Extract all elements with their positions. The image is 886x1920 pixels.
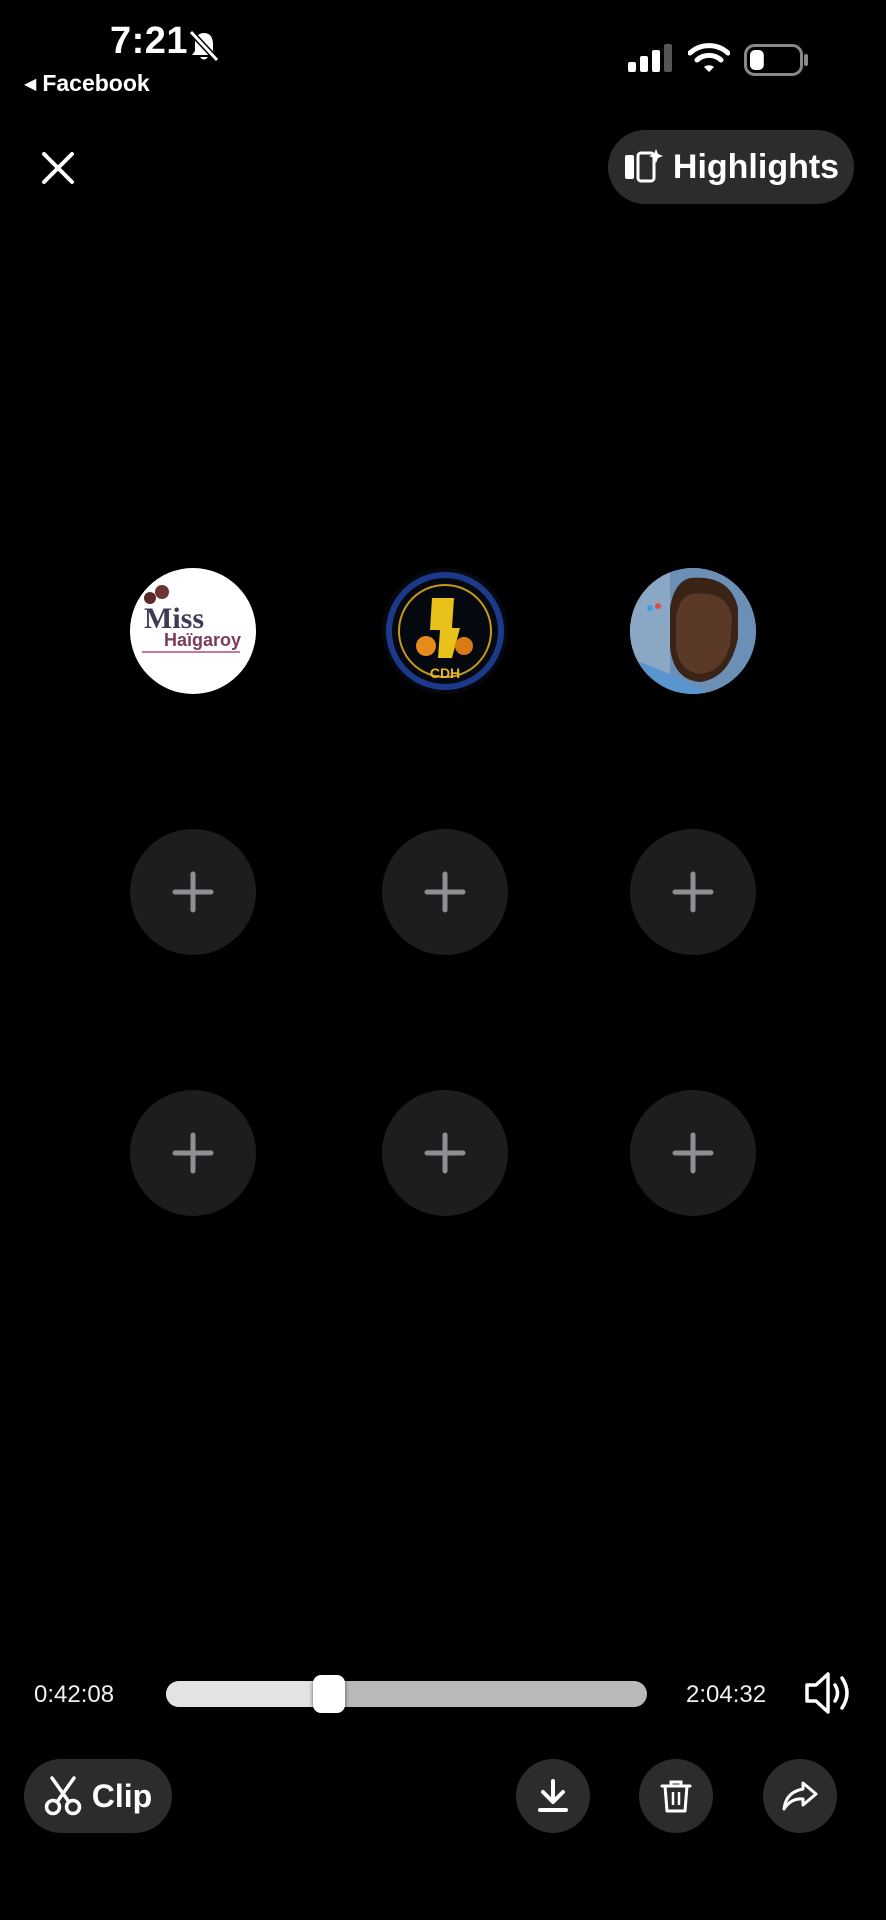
wifi-icon [688, 43, 730, 72]
scrubber-thumb[interactable] [312, 1675, 345, 1713]
plus-icon [172, 1132, 214, 1174]
signal-icon [628, 44, 672, 72]
speaker-icon[interactable] [804, 1670, 854, 1716]
share-icon [782, 1781, 818, 1811]
close-button[interactable] [34, 144, 82, 192]
avatar-miss-logo: Miss Haïgaroy [142, 585, 241, 653]
plus-icon [424, 1132, 466, 1174]
clip-label: Clip [91, 1777, 153, 1814]
delete-button[interactable] [639, 1759, 713, 1833]
add-slot-button[interactable] [130, 829, 256, 955]
bell-slash-icon [188, 29, 220, 63]
avatar-cdh-logo: CDH [386, 572, 504, 690]
download-button[interactable] [516, 1759, 590, 1833]
highlights-button[interactable]: Highlights [608, 130, 854, 204]
back-arrow-icon: ◀ [24, 75, 37, 93]
add-slot-button[interactable] [382, 1090, 508, 1216]
trash-icon [660, 1780, 692, 1813]
svg-text:Haïgaroy: Haïgaroy [164, 630, 241, 650]
avatar-cdh[interactable]: CDH [382, 568, 508, 694]
avatar-person[interactable] [630, 568, 756, 694]
highlights-icon [624, 149, 663, 183]
add-slot-button[interactable] [630, 829, 756, 955]
avatar-miss[interactable]: Miss Haïgaroy [130, 568, 256, 694]
back-app-label: Facebook [42, 70, 150, 96]
back-to-app-link[interactable]: ◀ Facebook [24, 70, 150, 97]
share-button[interactable] [763, 1759, 837, 1833]
add-slot-button[interactable] [630, 1090, 756, 1216]
svg-text:CDH: CDH [430, 665, 460, 681]
status-time: 7:21 [110, 20, 189, 62]
battery-icon [744, 44, 808, 76]
clip-button[interactable]: Clip [24, 1759, 172, 1833]
plus-icon [672, 1132, 714, 1174]
avatar-person-photo [630, 568, 756, 694]
highlights-label: Highlights [672, 147, 840, 186]
add-slot-button[interactable] [130, 1090, 256, 1216]
scissors-icon [44, 1776, 82, 1816]
add-slot-button[interactable] [382, 829, 508, 955]
plus-icon [172, 871, 214, 913]
plus-icon [424, 871, 466, 913]
scrubber-track[interactable] [166, 1675, 647, 1713]
plus-icon [672, 871, 714, 913]
download-icon [538, 1779, 568, 1812]
total-time: 2:04:32 [686, 1681, 767, 1708]
current-time: 0:42:08 [34, 1681, 115, 1708]
scrubber-progress [166, 1681, 329, 1707]
close-icon [42, 152, 74, 184]
